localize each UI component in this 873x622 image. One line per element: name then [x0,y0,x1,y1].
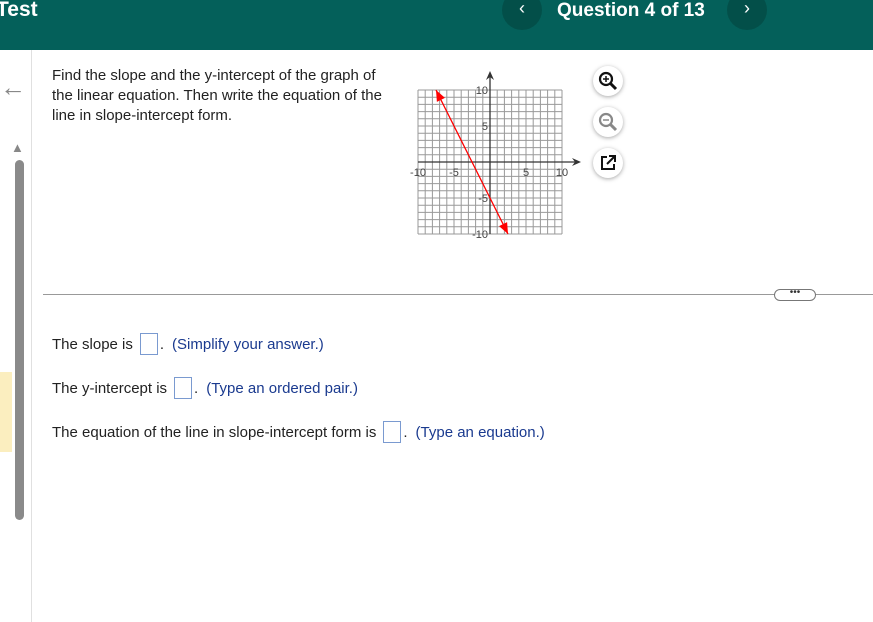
section-divider [43,294,873,295]
page-title: Test [0,0,38,21]
period: . [194,379,199,397]
zoom-out-button[interactable] [593,107,623,137]
answer-label: The equation of the line in slope-interc… [52,423,377,441]
x-tick-label: -5 [449,167,459,179]
y-tick-label: 5 [482,121,488,133]
x-tick-label: 10 [556,167,568,179]
next-question-button[interactable]: › [727,0,767,30]
answer-slope: The slope is. (Simplify your answer.) [52,333,324,355]
popout-icon [601,155,616,170]
x-tick-label: 5 [523,167,529,179]
answer-hint: (Type an ordered pair.) [206,379,358,397]
period: . [159,335,165,353]
answer-equation: The equation of the line in slope-interc… [52,421,545,443]
back-arrow-icon[interactable]: ← [0,72,26,103]
scrollbar[interactable] [15,160,24,520]
equation-input[interactable] [383,421,402,443]
y-intercept-input[interactable] [174,377,193,399]
popout-button[interactable] [593,148,623,178]
header: Test ‹ Question 4 of 13 › [0,0,873,50]
zoom-in-button[interactable] [593,66,623,96]
y-tick-label: 10 [476,85,488,97]
period: . [403,423,408,441]
answer-label: The y-intercept is [52,379,168,397]
divider [31,50,32,622]
more-button[interactable]: ••• [774,288,816,301]
answer-intercept: The y-intercept is. (Type an ordered pair… [52,377,358,399]
y-tick-label: -10 [472,229,488,240]
answer-hint: (Type an equation.) [415,423,545,441]
answer-hint: (Simplify your answer.) [172,335,324,353]
answer-label: The slope is [52,335,133,353]
y-tick-label: -5 [478,193,488,205]
scroll-up-icon[interactable]: ▲ [11,140,24,155]
slope-input[interactable] [139,333,158,355]
prev-question-button[interactable]: ‹ [502,0,542,30]
zoom-in-icon [598,71,618,91]
zoom-out-icon [598,112,618,132]
question-text: Find the slope and the y-intercept of th… [52,67,382,124]
x-tick-label: -10 [410,167,426,179]
question-highlight [0,372,12,452]
graph: -10 -5 5 10 10 5 -5 -10 [410,71,581,240]
question-counter: Question 4 of 13 [557,0,705,21]
